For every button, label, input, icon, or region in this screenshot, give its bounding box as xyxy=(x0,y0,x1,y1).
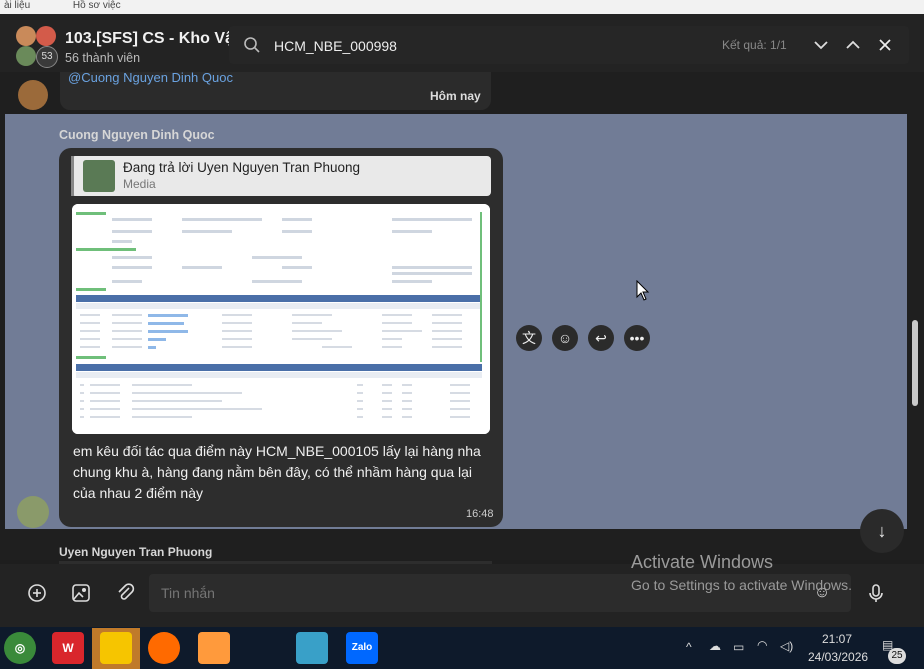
add-icon[interactable] xyxy=(22,578,52,608)
search-result-count: Kết quả: 1/1 xyxy=(722,38,787,52)
sender-name[interactable]: Uyen Nguyen Tran Phuong xyxy=(59,545,212,559)
translate-icon[interactable]: 文 xyxy=(516,325,542,351)
chevron-up-icon[interactable] xyxy=(845,38,861,52)
message-time: 16:48 xyxy=(466,508,494,520)
bookmark-text[interactable]: Hồ sơ việc xyxy=(73,0,121,11)
close-icon[interactable] xyxy=(877,37,893,53)
mouse-cursor-icon xyxy=(636,280,650,301)
member-count-badge: 53 xyxy=(36,46,58,68)
bookmark-text[interactable]: ài liệu xyxy=(4,0,30,11)
reply-icon[interactable]: ↩ xyxy=(588,325,614,351)
taskbar-app-zalo[interactable]: Zalo xyxy=(346,632,378,664)
network-icon[interactable]: ▭ xyxy=(733,640,744,654)
taskbar-app-sublime[interactable] xyxy=(198,632,230,664)
message-text: em kêu đối tác qua điểm này HCM_NBE_0001… xyxy=(73,443,481,501)
emoji-reaction-icon[interactable]: ☺ xyxy=(552,325,578,351)
attached-image[interactable] xyxy=(72,204,490,434)
taskbar-app-ultraviewer[interactable] xyxy=(148,632,180,664)
browser-bookmark-strip: ài liệu Hồ sơ việc xyxy=(0,0,924,14)
sender-name[interactable]: Cuong Nguyen Dinh Quoc xyxy=(59,128,215,142)
image-sticker-icon[interactable] xyxy=(66,578,96,608)
document-preview-graphic xyxy=(72,204,490,434)
taskbar-app-notepad[interactable] xyxy=(296,632,328,664)
speaker-icon[interactable]: ◁) xyxy=(780,639,793,653)
sender-avatar[interactable] xyxy=(17,496,49,528)
chevron-up-tray-icon[interactable]: ^ xyxy=(686,640,692,654)
group-avatar[interactable]: 53 xyxy=(16,26,58,68)
scroll-down-button[interactable]: ↓ xyxy=(860,509,904,553)
reply-subtitle: Media xyxy=(123,177,156,191)
wifi-icon[interactable]: ◠ xyxy=(757,638,767,652)
message-date: Hôm nay xyxy=(430,89,481,103)
activate-windows-title: Activate Windows xyxy=(631,552,774,572)
microphone-icon[interactable] xyxy=(861,578,891,608)
start-app-icon[interactable]: ◎ xyxy=(4,632,36,664)
search-icon xyxy=(244,37,260,53)
reply-thumbnail xyxy=(83,160,115,192)
group-title[interactable]: 103.[SFS] CS - Kho Vận xyxy=(65,30,244,48)
member-avatar xyxy=(16,46,36,66)
taskbar-app-wps[interactable]: W xyxy=(52,632,84,664)
reply-title: Đang trả lời Uyen Nguyen Tran Phuong xyxy=(123,160,360,175)
search-input[interactable] xyxy=(272,35,676,57)
more-options-icon[interactable]: ••• xyxy=(624,325,650,351)
clock-date[interactable]: 24/03/2026 xyxy=(808,650,868,664)
member-avatar xyxy=(16,26,36,46)
cloud-icon[interactable]: ☁ xyxy=(709,639,721,653)
chevron-down-icon[interactable] xyxy=(813,38,829,52)
member-count[interactable]: 56 thành viên xyxy=(65,51,140,65)
attachment-icon[interactable] xyxy=(110,578,140,608)
activate-windows-subtitle: Go to Settings to activate Windows. xyxy=(631,577,852,593)
clock-time[interactable]: 21:07 xyxy=(822,632,852,646)
taskbar-app-notes[interactable] xyxy=(100,632,132,664)
mention-link[interactable]: @Cuong Nguyen Dinh Quoc xyxy=(68,70,233,85)
notification-count-badge: 25 xyxy=(888,648,906,664)
reply-bar xyxy=(71,156,74,196)
sender-avatar[interactable] xyxy=(18,80,48,110)
chat-scrollbar[interactable] xyxy=(912,320,918,406)
member-avatar xyxy=(36,26,56,46)
